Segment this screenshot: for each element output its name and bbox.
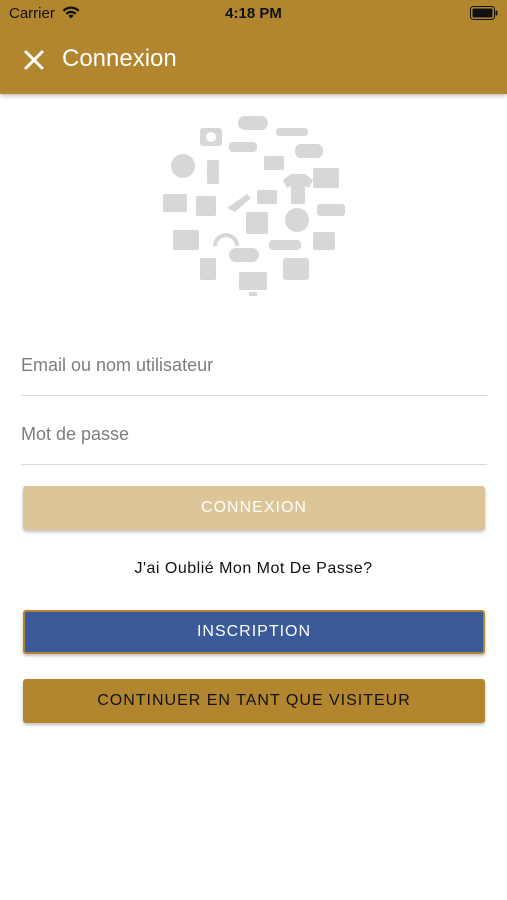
forgot-password-link[interactable]: J'ai Oublié Mon Mot De Passe?	[0, 560, 507, 578]
email-input[interactable]	[21, 345, 487, 385]
shopping-icons-logo	[163, 116, 345, 296]
password-field[interactable]	[21, 414, 487, 465]
page-title: Connexion	[62, 45, 177, 72]
email-field[interactable]	[21, 345, 487, 396]
status-time: 4:18 PM	[225, 5, 282, 22]
password-input[interactable]	[21, 414, 487, 454]
battery-icon	[470, 6, 498, 20]
login-button[interactable]: CONNEXION	[23, 486, 485, 530]
register-button[interactable]: INSCRIPTION	[23, 610, 485, 654]
continue-as-guest-button[interactable]: CONTINUER EN TANT QUE VISITEUR	[23, 679, 485, 723]
app-header: Carrier 4:18 PM Connexion	[0, 0, 507, 94]
close-icon[interactable]	[20, 46, 48, 74]
status-bar: Carrier 4:18 PM	[0, 0, 507, 28]
